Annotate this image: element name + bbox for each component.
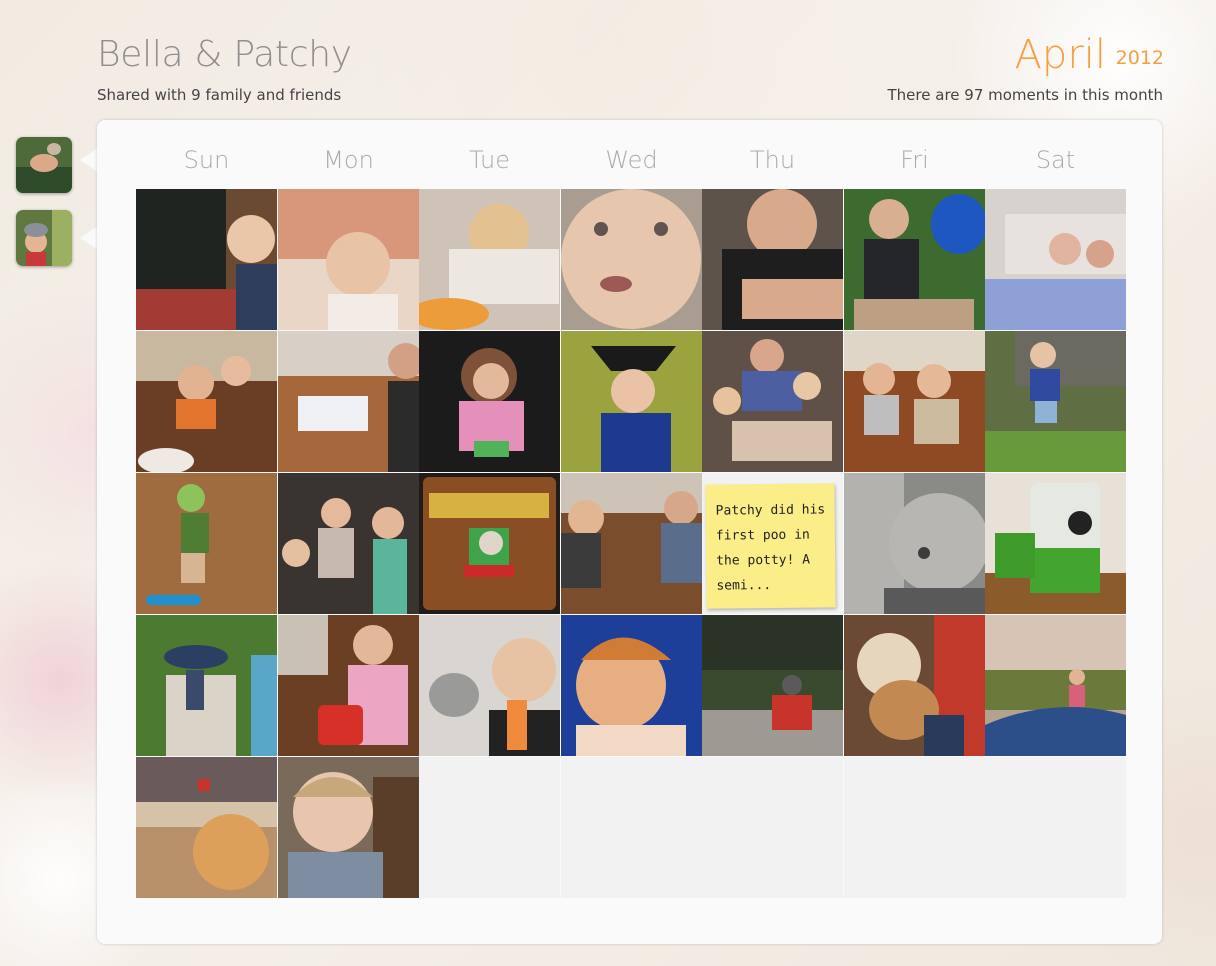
day-photo[interactable] [419, 331, 560, 472]
day-photo[interactable] [844, 615, 985, 756]
day-photo[interactable] [419, 473, 560, 614]
day-cell [561, 757, 702, 898]
active-pointer-arrow [80, 148, 98, 172]
day-cell [419, 757, 560, 898]
day-photo[interactable] [419, 615, 560, 756]
album-avatar-1[interactable] [16, 137, 72, 193]
day-cell [985, 757, 1126, 898]
album-avatar-2[interactable] [16, 210, 72, 266]
day-photo[interactable] [561, 189, 702, 330]
child-photo-icon [16, 137, 72, 193]
year-label[interactable]: 2012 [1116, 47, 1164, 69]
day-photo[interactable] [985, 473, 1126, 614]
day-photo[interactable] [985, 615, 1126, 756]
sticky-note[interactable]: Patchy did his first poo in the potty! A… [705, 483, 836, 609]
weekday-mon: Mon [323, 146, 374, 174]
weekday-fri: Fri [900, 146, 929, 174]
day-photo[interactable] [419, 189, 560, 330]
day-photo[interactable] [702, 615, 843, 756]
month-label[interactable]: April [1015, 32, 1106, 78]
day-photo[interactable] [136, 473, 277, 614]
day-photo[interactable] [702, 331, 843, 472]
pointer-arrow [80, 226, 98, 250]
day-photo[interactable] [844, 189, 985, 330]
day-photo[interactable] [561, 615, 702, 756]
weekday-tue: Tue [469, 146, 510, 174]
day-photo[interactable] [278, 473, 419, 614]
day-photo[interactable] [985, 189, 1126, 330]
day-photo[interactable] [561, 473, 702, 614]
day-photo[interactable] [702, 189, 843, 330]
day-cell [844, 757, 985, 898]
day-photo[interactable] [844, 331, 985, 472]
day-photo[interactable] [278, 615, 419, 756]
weekday-thu: Thu [749, 146, 796, 174]
day-photo[interactable] [136, 615, 277, 756]
album-title: Bella & Patchy [97, 34, 352, 75]
day-photo[interactable] [278, 331, 419, 472]
shared-with-text[interactable]: Shared with 9 family and friends [97, 86, 341, 104]
child-photo-icon [16, 210, 72, 266]
weekday-sat: Sat [1035, 146, 1076, 174]
day-cell [702, 757, 843, 898]
day-photo[interactable] [844, 473, 985, 614]
moments-count: There are 97 moments in this month [887, 86, 1163, 104]
weekday-sun: Sun [183, 146, 230, 174]
day-photo[interactable] [561, 331, 702, 472]
day-photo[interactable] [136, 331, 277, 472]
day-photo[interactable] [136, 189, 277, 330]
day-photo[interactable] [985, 331, 1126, 472]
day-photo[interactable] [136, 757, 277, 898]
day-photo[interactable] [278, 757, 419, 898]
day-photo[interactable] [278, 189, 419, 330]
weekday-wed: Wed [605, 146, 658, 174]
